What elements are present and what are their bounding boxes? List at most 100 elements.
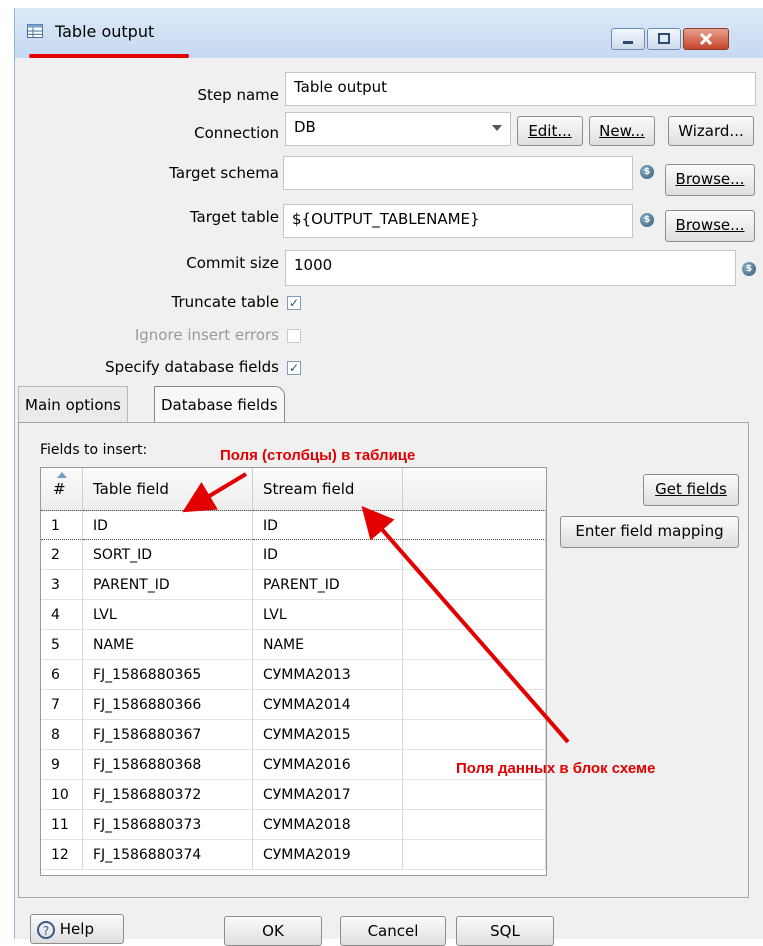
commit-size-input[interactable]: 1000 xyxy=(285,250,736,286)
row-number[interactable]: 4 xyxy=(41,600,83,630)
empty-cell xyxy=(403,690,546,720)
table-row[interactable]: 12 FJ_1586880374 СУММА2019 xyxy=(41,840,546,870)
table-row[interactable]: 4 LVL LVL xyxy=(41,600,546,630)
title-bar[interactable]: Table output xyxy=(15,8,763,58)
window-title: Table output xyxy=(55,22,155,41)
ignore-insert-errors-checkbox[interactable] xyxy=(287,329,301,343)
row-number[interactable]: 6 xyxy=(41,660,83,690)
stream-field-cell[interactable]: PARENT_ID xyxy=(253,570,403,600)
column-header-table-field[interactable]: Table field xyxy=(83,468,253,510)
minimize-icon xyxy=(623,41,633,44)
empty-cell xyxy=(403,510,546,540)
table-row[interactable]: 5 NAME NAME xyxy=(41,630,546,660)
tab-database-fields[interactable]: Database fields xyxy=(154,386,285,422)
row-number[interactable]: 12 xyxy=(41,840,83,870)
sort-ascending-icon xyxy=(57,472,67,478)
row-number[interactable]: 5 xyxy=(41,630,83,660)
table-row[interactable]: 2 SORT_ID ID xyxy=(41,540,546,570)
get-fields-button[interactable]: Get fields xyxy=(643,474,739,506)
browse-schema-button[interactable]: Browse... xyxy=(665,164,755,196)
help-button-label: Help xyxy=(59,920,94,938)
target-table-input[interactable]: ${OUTPUT_TABLENAME} xyxy=(283,204,633,238)
table-field-cell[interactable]: FJ_1586880365 xyxy=(83,660,253,690)
commit-size-label: Commit size xyxy=(186,254,279,272)
row-number[interactable]: 2 xyxy=(41,540,83,570)
empty-cell xyxy=(403,780,546,810)
table-field-cell[interactable]: NAME xyxy=(83,630,253,660)
table-row[interactable]: 10 FJ_1586880372 СУММА2017 xyxy=(41,780,546,810)
step-name-input[interactable]: Table output xyxy=(285,72,756,106)
specify-database-fields-checkbox[interactable]: ✓ xyxy=(287,361,301,375)
empty-cell xyxy=(403,630,546,660)
variable-icon: $ xyxy=(742,262,756,276)
maximize-button[interactable] xyxy=(647,28,681,50)
help-icon: ? xyxy=(37,920,55,939)
ignore-insert-errors-label: Ignore insert errors xyxy=(134,326,279,344)
table-field-cell[interactable]: FJ_1586880366 xyxy=(83,690,253,720)
stream-field-cell[interactable]: СУММА2015 xyxy=(253,720,403,750)
ok-button[interactable]: OK xyxy=(224,916,322,946)
help-button[interactable]: ? Help xyxy=(30,914,124,944)
table-field-cell[interactable]: LVL xyxy=(83,600,253,630)
minimize-button[interactable] xyxy=(611,28,645,50)
variable-icon: $ xyxy=(640,165,654,179)
stream-field-cell[interactable]: СУММА2013 xyxy=(253,660,403,690)
title-annotation-underline xyxy=(29,54,189,58)
fields-table[interactable]: # Table field Stream field 1 ID ID 2 SORT_ID… xyxy=(40,467,547,876)
variable-icon: $ xyxy=(640,213,654,227)
edit-connection-button[interactable]: Edit... xyxy=(517,116,583,146)
table-field-cell[interactable]: PARENT_ID xyxy=(83,570,253,600)
sql-button[interactable]: SQL xyxy=(456,916,554,946)
close-icon xyxy=(699,32,713,46)
table-row[interactable]: 11 FJ_1586880373 СУММА2018 xyxy=(41,810,546,840)
stream-field-cell[interactable]: СУММА2016 xyxy=(253,750,403,780)
stream-field-cell[interactable]: СУММА2018 xyxy=(253,810,403,840)
empty-cell xyxy=(403,840,546,870)
table-row[interactable]: 3 PARENT_ID PARENT_ID xyxy=(41,570,546,600)
table-row[interactable]: 8 FJ_1586880367 СУММА2015 xyxy=(41,720,546,750)
connection-select[interactable]: DB xyxy=(285,112,511,146)
truncate-table-checkbox[interactable]: ✓ xyxy=(287,296,301,310)
table-field-cell[interactable]: ID xyxy=(83,510,253,540)
table-field-cell[interactable]: FJ_1586880373 xyxy=(83,810,253,840)
row-number[interactable]: 8 xyxy=(41,720,83,750)
table-row[interactable]: 6 FJ_1586880365 СУММА2013 xyxy=(41,660,546,690)
row-number[interactable]: 9 xyxy=(41,750,83,780)
row-number[interactable]: 11 xyxy=(41,810,83,840)
stream-field-cell[interactable]: СУММА2014 xyxy=(253,690,403,720)
stream-field-cell[interactable]: ID xyxy=(253,540,403,570)
enter-field-mapping-button[interactable]: Enter field mapping xyxy=(560,516,739,548)
table-field-cell[interactable]: FJ_1586880374 xyxy=(83,840,253,870)
table-icon xyxy=(27,24,43,38)
tab-main-options[interactable]: Main options xyxy=(18,386,128,422)
empty-cell xyxy=(403,540,546,570)
new-connection-button[interactable]: New... xyxy=(589,116,655,146)
row-number[interactable]: 7 xyxy=(41,690,83,720)
column-header-stream-field[interactable]: Stream field xyxy=(253,468,403,510)
specify-database-fields-label: Specify database fields xyxy=(105,358,279,376)
browse-table-button[interactable]: Browse... xyxy=(665,210,755,242)
stream-field-cell[interactable]: СУММА2017 xyxy=(253,780,403,810)
stream-field-cell[interactable]: ID xyxy=(253,510,403,540)
stream-field-cell[interactable]: NAME xyxy=(253,630,403,660)
maximize-icon xyxy=(658,33,670,44)
table-row[interactable]: 1 ID ID xyxy=(41,510,546,540)
target-schema-input[interactable] xyxy=(283,156,633,190)
table-field-cell[interactable]: FJ_1586880372 xyxy=(83,780,253,810)
table-field-cell[interactable]: FJ_1586880368 xyxy=(83,750,253,780)
wizard-button[interactable]: Wizard... xyxy=(668,116,754,146)
close-button[interactable] xyxy=(683,28,729,50)
row-number[interactable]: 3 xyxy=(41,570,83,600)
row-number[interactable]: 1 xyxy=(41,510,83,540)
edit-button-label: Edit... xyxy=(528,122,572,140)
row-number[interactable]: 10 xyxy=(41,780,83,810)
table-field-cell[interactable]: SORT_ID xyxy=(83,540,253,570)
dropdown-arrow-icon xyxy=(492,125,502,131)
table-row[interactable]: 7 FJ_1586880366 СУММА2014 xyxy=(41,690,546,720)
cancel-button[interactable]: Cancel xyxy=(340,916,446,946)
stream-field-cell[interactable]: LVL xyxy=(253,600,403,630)
truncate-table-label: Truncate table xyxy=(171,293,279,311)
table-field-cell[interactable]: FJ_1586880367 xyxy=(83,720,253,750)
step-name-label: Step name xyxy=(197,86,279,104)
stream-field-cell[interactable]: СУММА2019 xyxy=(253,840,403,870)
